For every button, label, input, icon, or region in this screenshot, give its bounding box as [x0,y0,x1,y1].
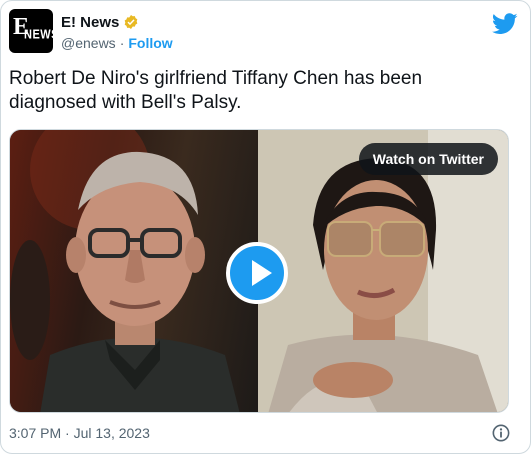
play-icon[interactable] [226,242,288,304]
name-row: E! News [61,11,139,33]
tweet-text: Robert De Niro's girlfriend Tiffany Chen… [9,68,423,113]
tweet-header: E NEWS E! News @enews · Follow [9,9,522,57]
tweet-timestamp[interactable]: 3:07 PM · Jul 13, 2023 [9,425,150,441]
video-thumbnail[interactable]: Watch on Twitter [9,129,509,413]
info-icon[interactable] [492,424,510,442]
twitter-bird-icon[interactable] [492,13,518,35]
man-portrait-illustration [10,130,240,412]
verified-badge-icon [125,15,138,29]
follow-button[interactable]: Follow [128,35,172,51]
handle[interactable]: @enews [61,35,116,51]
display-name[interactable]: E! News [61,14,119,31]
separator-dot: · [119,35,125,51]
watch-on-twitter-button[interactable]: Watch on Twitter [358,143,498,175]
avatar-logo-word: NEWS [24,27,53,43]
video-left-frame [10,130,258,412]
tweet-embed-card[interactable]: E NEWS E! News @enews · Follow Robert De… [0,0,531,454]
handle-row: @enews · Follow [61,35,173,51]
avatar[interactable]: E NEWS [9,9,53,53]
